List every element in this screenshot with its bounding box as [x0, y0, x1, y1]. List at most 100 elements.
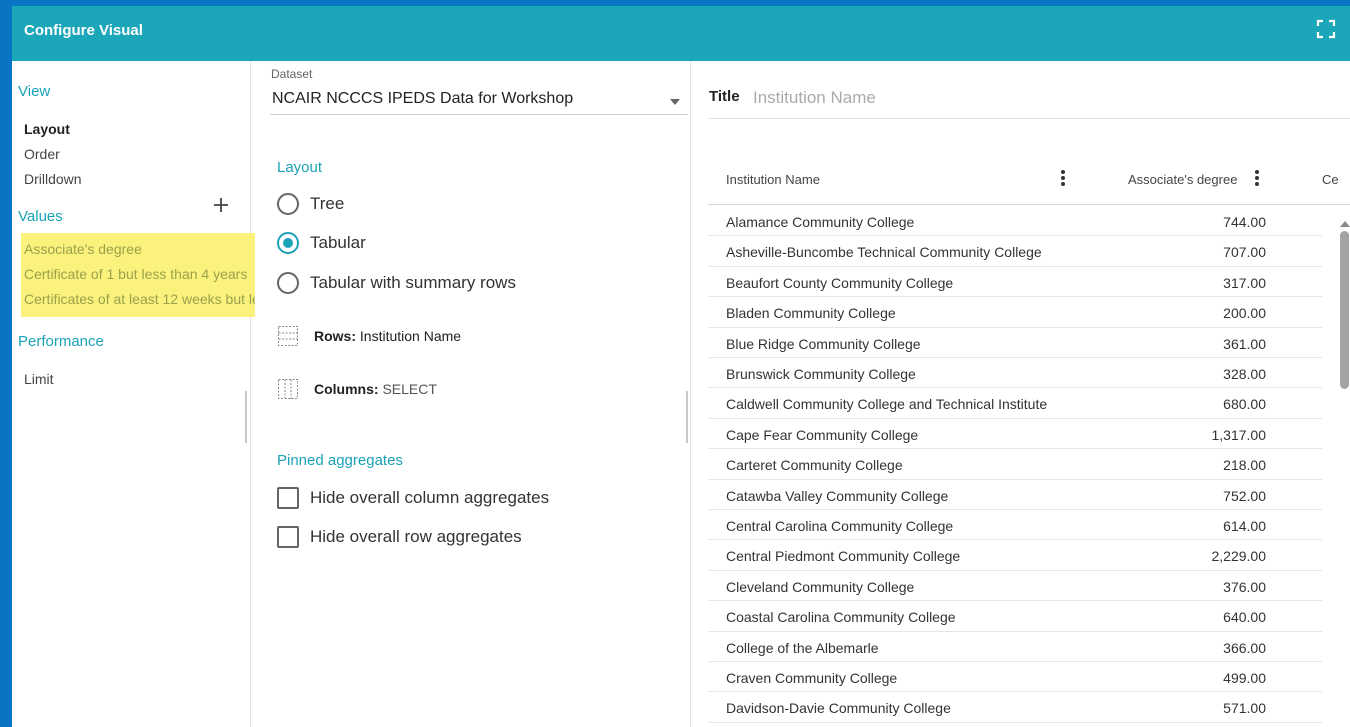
- associates-degree-cell: 328.00: [1223, 366, 1266, 382]
- table-row[interactable]: Cape Fear Community College 1,317.00: [708, 419, 1322, 450]
- radio-circle-checked[interactable]: [277, 232, 299, 254]
- table-row[interactable]: Caldwell Community College and Technical…: [708, 388, 1322, 419]
- performance-heading: Performance: [18, 333, 104, 350]
- institution-name-cell: Cape Fear Community College: [726, 426, 919, 443]
- table-row[interactable]: Alamance Community College 744.00: [708, 206, 1322, 237]
- value-item-certificate-12wk[interactable]: Certificates of at least 12 weeks but le…: [24, 291, 255, 307]
- associates-degree-cell: 752.00: [1223, 487, 1266, 504]
- institution-name-cell: Carteret Community College: [726, 457, 903, 474]
- rows-field-label: Rows: Institution Name: [314, 328, 461, 344]
- associates-degree-cell: 376.00: [1223, 578, 1266, 595]
- nav-item-limit[interactable]: Limit: [24, 371, 54, 387]
- associates-degree-cell: 366.00: [1223, 639, 1266, 656]
- rows-label: Rows:: [314, 328, 356, 344]
- plus-icon[interactable]: [211, 195, 231, 215]
- institution-name-cell: Alamance Community College: [726, 214, 915, 230]
- institution-name-cell: Asheville-Buncombe Technical Community C…: [726, 244, 1042, 261]
- associates-degree-cell: 680.00: [1223, 396, 1266, 413]
- checkbox[interactable]: [277, 487, 299, 509]
- table-row[interactable]: Coastal Carolina Community College 640.00: [708, 601, 1322, 632]
- table-row[interactable]: Carteret Community College 218.00: [708, 449, 1322, 480]
- layout-heading: Layout: [277, 159, 323, 176]
- table-row[interactable]: Catawba Valley Community College 752.00: [708, 480, 1322, 510]
- institution-name-cell: Craven Community College: [726, 670, 898, 686]
- values-list: Associate's degree Certificate of 1 but …: [21, 233, 255, 317]
- title-input[interactable]: [753, 85, 1313, 111]
- value-item-associates[interactable]: Associate's degree: [24, 241, 142, 257]
- column-header-institution[interactable]: Institution Name: [726, 172, 820, 187]
- institution-name-cell: College of the Albemarle: [726, 639, 879, 656]
- associates-degree-cell: 571.00: [1223, 700, 1266, 717]
- table-row[interactable]: Blue Ridge Community College 361.00: [708, 328, 1322, 358]
- dataset-value: NCAIR NCCCS IPEDS Data for Workshop: [272, 90, 574, 107]
- radio-circle[interactable]: [277, 272, 299, 294]
- preview-panel: Title Institution Name Associate's degre…: [692, 61, 1350, 727]
- institution-name-cell: Cleveland Community College: [726, 578, 915, 595]
- checkbox-label: Hide overall column aggregates: [310, 488, 550, 507]
- associates-degree-cell: 1,317.00: [1211, 426, 1267, 443]
- table-row[interactable]: Davidson-Davie Community College 571.00: [708, 692, 1322, 723]
- associates-degree-cell: 2,229.00: [1211, 548, 1267, 565]
- institution-name-cell: Central Carolina Community College: [726, 518, 954, 534]
- data-table: Institution Name Associate's degree Ce A…: [708, 155, 1350, 727]
- column-header-associates[interactable]: Associate's degree: [1128, 172, 1237, 187]
- left-nav-panel: View Layout Order Drilldown Values Assoc…: [12, 61, 255, 727]
- title-field: Title: [708, 85, 1350, 119]
- columns-value: SELECT: [382, 381, 437, 397]
- table-row[interactable]: College of the Albemarle 366.00: [708, 632, 1322, 662]
- value-item-certificate-1-4[interactable]: Certificate of 1 but less than 4 years: [24, 266, 247, 282]
- table-row[interactable]: Craven Community College 499.00: [708, 662, 1322, 693]
- table-row[interactable]: Central Piedmont Community College 2,229.…: [708, 540, 1322, 571]
- column-menu-icon[interactable]: [1254, 170, 1260, 188]
- columns-icon: [278, 379, 298, 399]
- columns-field-label: Columns: SELECT: [314, 381, 437, 397]
- institution-name-cell: Central Piedmont Community College: [726, 548, 961, 565]
- column-header-certificate[interactable]: Ce: [1322, 172, 1339, 187]
- dataset-select[interactable]: NCAIR NCCCS IPEDS Data for Workshop: [270, 87, 688, 115]
- table-row[interactable]: Asheville-Buncombe Technical Community C…: [708, 236, 1322, 267]
- checkbox[interactable]: [277, 526, 299, 548]
- title-label: Title: [709, 88, 740, 105]
- institution-name-cell: Davidson-Davie Community College: [726, 700, 951, 717]
- view-heading: View: [18, 83, 51, 100]
- fullscreen-icon[interactable]: [1316, 19, 1336, 39]
- chevron-down-icon: [670, 99, 680, 105]
- table-row[interactable]: Brunswick Community College 328.00: [708, 358, 1322, 389]
- associates-degree-cell: 218.00: [1223, 457, 1266, 474]
- table-row[interactable]: Beaufort County Community College 317.00: [708, 267, 1322, 298]
- radio-circle[interactable]: [277, 193, 299, 215]
- associates-degree-cell: 707.00: [1223, 244, 1266, 261]
- associates-degree-cell: 499.00: [1223, 670, 1266, 686]
- table-row[interactable]: Central Carolina Community College 614.00: [708, 510, 1322, 541]
- pinned-aggregates-heading: Pinned aggregates: [277, 452, 403, 469]
- associates-degree-cell: 614.00: [1223, 518, 1266, 534]
- values-heading: Values: [18, 208, 63, 225]
- scrollbar-thumb[interactable]: [1340, 231, 1349, 389]
- checkbox-label: Hide overall row aggregates: [310, 527, 522, 546]
- table-row[interactable]: Bladen Community College 200.00: [708, 297, 1322, 328]
- radio-label: Tabular: [310, 233, 366, 252]
- columns-label: Columns:: [314, 381, 379, 397]
- rows-icon: [278, 326, 298, 346]
- dialog-header: Configure Visual: [12, 6, 1350, 61]
- institution-name-cell: Brunswick Community College: [726, 366, 916, 382]
- panel-resize-handle[interactable]: [686, 391, 688, 443]
- radio-label: Tabular with summary rows: [310, 273, 516, 292]
- nav-item-layout[interactable]: Layout: [24, 121, 70, 137]
- institution-name-cell: Bladen Community College: [726, 305, 896, 322]
- institution-name-cell: Catawba Valley Community College: [726, 487, 949, 504]
- rows-value: Institution Name: [359, 328, 462, 344]
- column-menu-icon[interactable]: [1060, 170, 1066, 188]
- radio-label: Tree: [310, 194, 345, 213]
- associates-degree-cell: 744.00: [1223, 214, 1266, 230]
- institution-name-cell: Beaufort County Community College: [726, 274, 954, 291]
- associates-degree-cell: 317.00: [1223, 274, 1266, 291]
- configure-visual-dialog: Configure Visual View Layout Order Drill…: [12, 6, 1350, 727]
- nav-item-order[interactable]: Order: [24, 146, 60, 162]
- panel-resize-handle[interactable]: [245, 391, 247, 443]
- table-row[interactable]: Cleveland Community College 376.00: [708, 571, 1322, 602]
- scroll-up-arrow-icon[interactable]: [1340, 221, 1350, 227]
- nav-item-drilldown[interactable]: Drilldown: [24, 171, 82, 187]
- institution-name-cell: Coastal Carolina Community College: [726, 609, 956, 626]
- layout-config-panel: Dataset NCAIR NCCCS IPEDS Data for Works…: [252, 61, 691, 727]
